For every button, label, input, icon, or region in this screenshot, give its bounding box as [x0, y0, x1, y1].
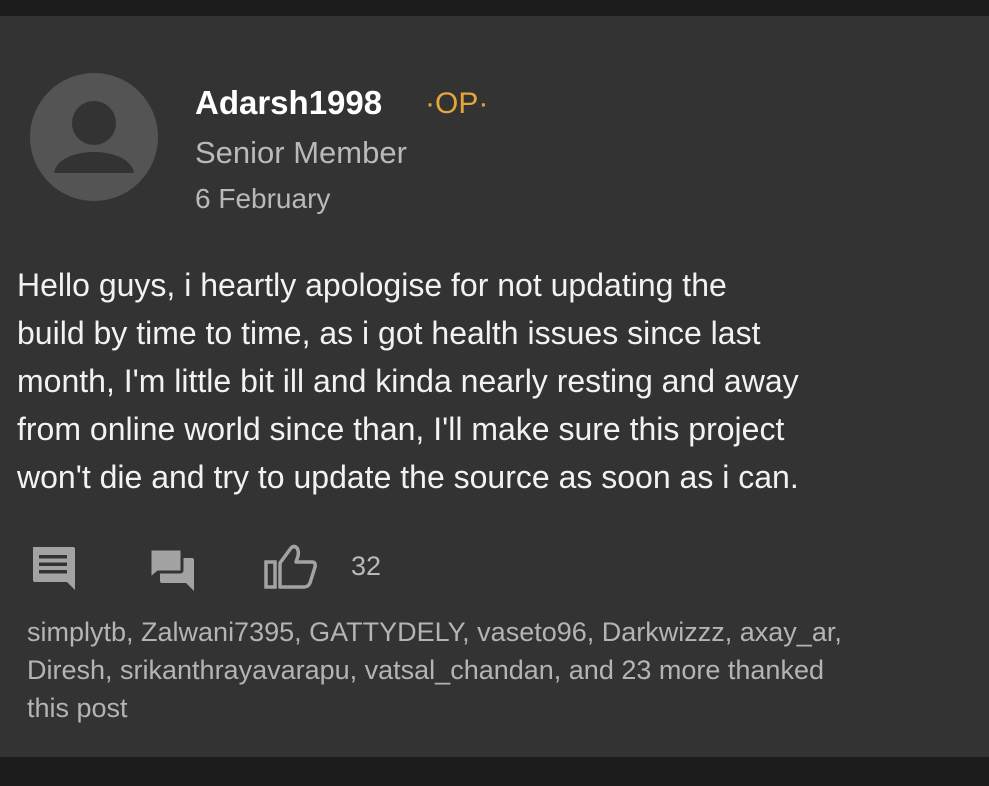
author-name[interactable]: Adarsh1998 [195, 84, 382, 122]
top-bar [0, 0, 989, 16]
thanked-by-list[interactable]: simplytb, Zalwani7395, GATTYDELY, vaseto… [27, 613, 927, 727]
thanked-by-line: this post [27, 693, 128, 723]
post-date: 6 February [195, 183, 331, 214]
reply-icon[interactable] [30, 544, 78, 592]
post-body-line: Hello guys, i heartly apologise for not … [17, 267, 727, 303]
post-body-line: month, I'm little bit ill and kinda near… [17, 363, 799, 399]
post-body-line: won't die and try to update the source a… [17, 459, 799, 495]
bottom-bar [0, 757, 989, 786]
post-body: Hello guys, i heartly apologise for not … [17, 261, 977, 501]
thanks-count: 32 [351, 551, 382, 581]
post-body-line: build by time to time, as i got health i… [17, 315, 761, 351]
avatar-icon[interactable] [30, 73, 158, 201]
quote-icon[interactable] [148, 546, 198, 594]
op-badge: ·OP· [425, 87, 489, 120]
post-body-line: from online world since than, I'll make … [17, 411, 785, 447]
thumbs-up-icon[interactable] [263, 543, 319, 591]
thanked-by-line: Diresh, srikanthrayavarapu, vatsal_chand… [27, 655, 824, 685]
thanked-by-line: simplytb, Zalwani7395, GATTYDELY, vaseto… [27, 617, 842, 647]
member-rank: Senior Member [195, 135, 407, 170]
post-card: Adarsh1998 ·OP· Senior Member 6 February… [0, 16, 989, 757]
